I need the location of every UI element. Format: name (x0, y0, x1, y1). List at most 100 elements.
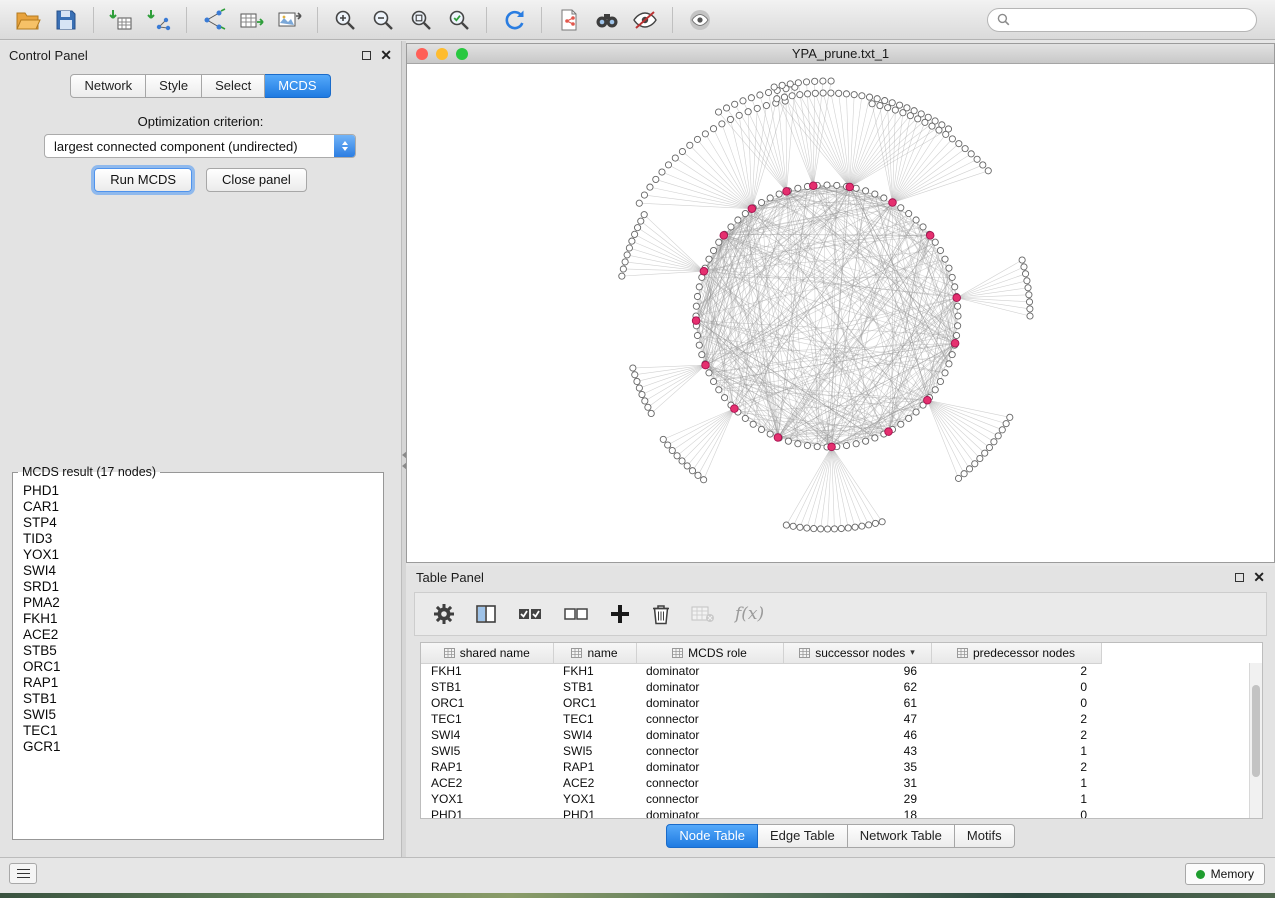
zoom-selected-button[interactable] (441, 4, 477, 36)
hide-selected-button[interactable] (627, 4, 663, 36)
mcds-node-item[interactable]: TID3 (23, 531, 379, 547)
mcds-node-item[interactable]: PHD1 (23, 483, 379, 499)
table-row[interactable]: ORC1ORC1dominator610 (421, 695, 1101, 711)
table-row[interactable]: ACE2ACE2connector311 (421, 775, 1101, 791)
delete-table-icon (691, 604, 715, 624)
table-row[interactable]: TEC1TEC1connector472 (421, 711, 1101, 727)
tab-motifs[interactable]: Motifs (955, 824, 1015, 848)
select-all-rows-button[interactable] (517, 603, 543, 625)
table-row[interactable]: SWI5SWI5connector431 (421, 743, 1101, 759)
tab-select[interactable]: Select (202, 74, 265, 98)
tab-style[interactable]: Style (146, 74, 202, 98)
mcds-node-item[interactable]: GCR1 (23, 739, 379, 755)
table-row[interactable]: FKH1FKH1dominator962 (421, 663, 1101, 679)
toolbar-separator (186, 7, 187, 33)
mcds-node-item[interactable]: YOX1 (23, 547, 379, 563)
delete-column-button[interactable] (651, 603, 671, 625)
maximize-window-icon[interactable] (456, 48, 468, 60)
close-panel-button[interactable]: Close panel (206, 168, 307, 192)
table-row[interactable]: PHD1PHD1dominator180 (421, 807, 1101, 819)
mcds-node-item[interactable]: STP4 (23, 515, 379, 531)
eye-icon (688, 8, 712, 32)
mcds-node-item[interactable]: SWI4 (23, 563, 379, 579)
criterion-dropdown[interactable]: largest connected component (undirected) (44, 134, 356, 158)
zoom-fit-button[interactable] (403, 4, 439, 36)
tab-mcds[interactable]: MCDS (265, 74, 330, 98)
mcds-node-item[interactable]: RAP1 (23, 675, 379, 691)
network-window-titlebar[interactable]: YPA_prune.txt_1 (407, 44, 1274, 64)
tab-network-table[interactable]: Network Table (848, 824, 955, 848)
network-graph[interactable] (407, 64, 1274, 562)
zoom-in-button[interactable] (327, 4, 363, 36)
import-network-button[interactable] (141, 4, 177, 36)
export-network-button[interactable] (196, 4, 232, 36)
open-file-button[interactable] (10, 4, 46, 36)
deselect-all-icon (563, 603, 589, 625)
function-builder-button-disabled: f(x) (735, 604, 764, 624)
table-settings-button[interactable] (433, 603, 455, 625)
tab-edge-table[interactable]: Edge Table (758, 824, 848, 848)
mcds-node-item[interactable]: SWI5 (23, 707, 379, 723)
mcds-node-item[interactable]: STB5 (23, 643, 379, 659)
table-row[interactable]: YOX1YOX1connector291 (421, 791, 1101, 807)
mcds-node-item[interactable]: PMA2 (23, 595, 379, 611)
mcds-node-item[interactable]: TEC1 (23, 723, 379, 739)
refresh-button[interactable] (496, 4, 532, 36)
table-scrollbar-thumb[interactable] (1252, 685, 1260, 777)
table-row[interactable]: RAP1RAP1dominator352 (421, 759, 1101, 775)
network-canvas[interactable] (407, 64, 1274, 562)
trash-icon (651, 603, 671, 625)
save-icon (54, 8, 78, 32)
deselect-all-rows-button[interactable] (563, 603, 589, 625)
export-image-icon (277, 8, 303, 32)
open-folder-icon (15, 8, 41, 32)
run-mcds-button[interactable]: Run MCDS (94, 168, 192, 192)
column-header-mcds-role[interactable]: MCDS role (636, 643, 783, 663)
eye-slash-icon (632, 8, 658, 32)
binoculars-icon (593, 8, 621, 32)
export-table-button[interactable] (234, 4, 270, 36)
column-header-successor-nodes[interactable]: successor nodes ▾ (783, 643, 931, 663)
table-row[interactable]: SWI4SWI4dominator462 (421, 727, 1101, 743)
status-menu-button[interactable] (9, 863, 37, 884)
memory-button[interactable]: Memory (1185, 863, 1265, 885)
tab-node-table[interactable]: Node Table (666, 824, 758, 848)
import-table-button[interactable] (103, 4, 139, 36)
network-view-window: YPA_prune.txt_1 (406, 43, 1275, 563)
node-table-header-row: shared name name MCDS role successor n (421, 643, 1101, 663)
main-toolbar (0, 0, 1275, 40)
tab-network[interactable]: Network (70, 74, 146, 98)
export-image-button[interactable] (272, 4, 308, 36)
close-panel-icon[interactable]: ✕ (380, 48, 392, 62)
table-scrollbar[interactable] (1249, 663, 1262, 818)
mcds-result-list[interactable]: PHD1CAR1STP4TID3YOX1SWI4SRD1PMA2FKH1ACE2… (23, 483, 379, 835)
global-search[interactable] (987, 8, 1257, 32)
table-row[interactable]: STB1STB1dominator620 (421, 679, 1101, 695)
mcds-node-item[interactable]: ACE2 (23, 627, 379, 643)
float-panel-icon[interactable] (362, 51, 371, 60)
memory-label: Memory (1211, 867, 1254, 881)
table-panel-tabs: Node Table Edge Table Network Table Moti… (406, 824, 1275, 848)
save-session-button[interactable] (48, 4, 84, 36)
zoom-out-button[interactable] (365, 4, 401, 36)
minimize-window-icon[interactable] (436, 48, 448, 60)
mcds-node-item[interactable]: STB1 (23, 691, 379, 707)
column-header-predecessor-nodes[interactable]: predecessor nodes (931, 643, 1101, 663)
close-table-panel-icon[interactable]: ✕ (1253, 570, 1265, 584)
float-table-panel-icon[interactable] (1235, 573, 1244, 582)
search-input[interactable] (1016, 12, 1247, 28)
mcds-node-item[interactable]: ORC1 (23, 659, 379, 675)
search-icon (997, 13, 1010, 26)
search-network-button[interactable] (589, 4, 625, 36)
add-column-button[interactable] (609, 603, 631, 625)
mcds-node-item[interactable]: CAR1 (23, 499, 379, 515)
mcds-node-item[interactable]: FKH1 (23, 611, 379, 627)
mcds-node-item[interactable]: SRD1 (23, 579, 379, 595)
show-all-button[interactable] (682, 4, 718, 36)
column-header-shared-name[interactable]: shared name (421, 643, 553, 663)
share-document-button[interactable] (551, 4, 587, 36)
show-columns-button[interactable] (475, 603, 497, 625)
close-window-icon[interactable] (416, 48, 428, 60)
select-all-icon (517, 603, 543, 625)
column-header-name[interactable]: name (553, 643, 636, 663)
